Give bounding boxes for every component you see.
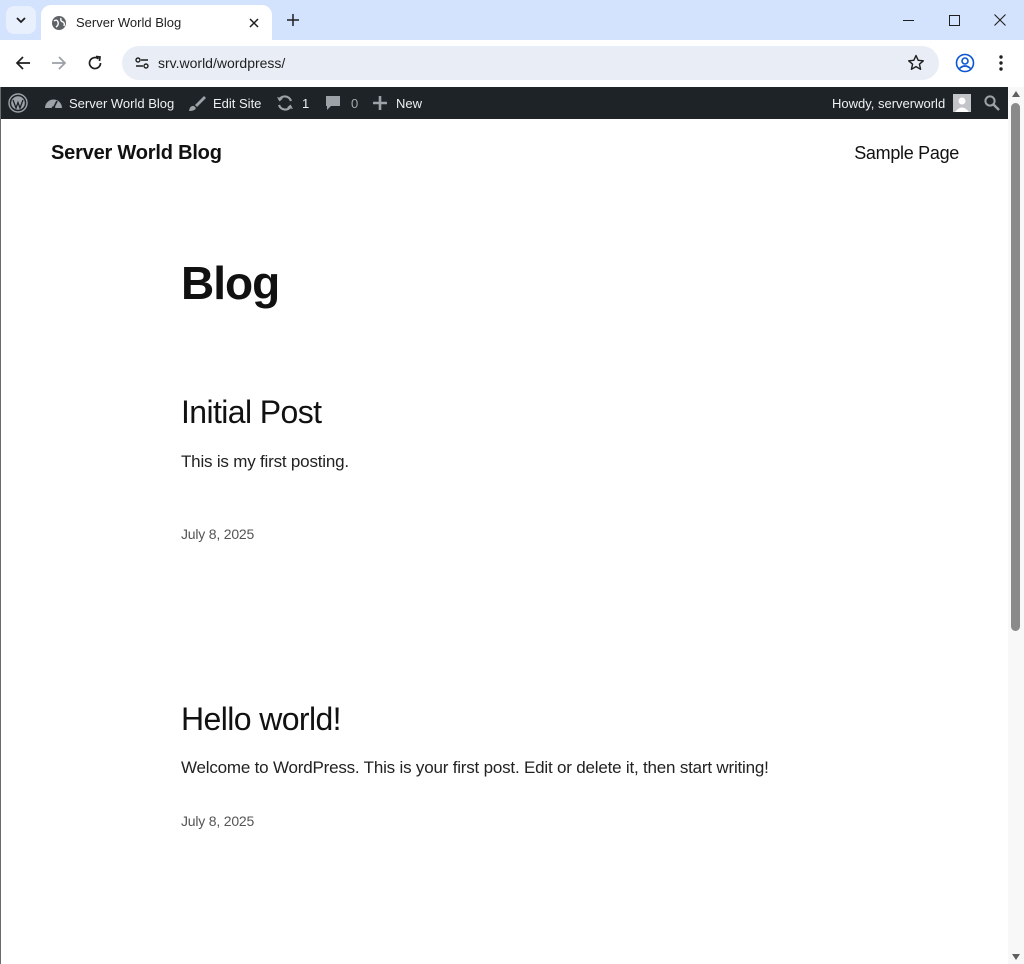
search-icon[interactable]: [984, 87, 1000, 119]
admin-bar-site-link[interactable]: Server World Blog: [44, 87, 174, 119]
maximize-icon[interactable]: [931, 0, 977, 40]
globe-icon: [51, 15, 67, 31]
star-icon[interactable]: [907, 54, 925, 72]
scroll-down-arrow[interactable]: [1012, 954, 1020, 960]
scrollbar[interactable]: [1008, 87, 1024, 964]
brush-icon: [188, 94, 207, 112]
nav-sample-page[interactable]: Sample Page: [854, 143, 959, 164]
post-excerpt: Welcome to WordPress. This is your first…: [181, 758, 769, 777]
plus-icon: [373, 96, 387, 110]
tab-search-icon[interactable]: [6, 6, 36, 34]
close-icon[interactable]: [246, 15, 262, 31]
post-title-link[interactable]: Hello world!: [181, 701, 342, 738]
post-date-link[interactable]: July 8, 2025: [181, 526, 254, 542]
scroll-up-arrow[interactable]: [1012, 91, 1020, 97]
new-label: New: [396, 95, 423, 111]
close-window-icon[interactable]: [977, 0, 1023, 40]
address-bar[interactable]: srv.world/wordpress/: [122, 46, 939, 80]
browser-toolbar: srv.world/wordpress/: [0, 40, 1024, 87]
post-date-link[interactable]: July 8, 2025: [181, 813, 254, 829]
wp-admin-bar: Server World Blog Edit Site 1 0 New Howd…: [1, 87, 1008, 119]
admin-bar-account[interactable]: Howdy, serverworld: [832, 87, 972, 119]
updates-count: 1: [302, 95, 310, 111]
dashboard-icon: [44, 95, 63, 111]
admin-bar-comments[interactable]: 0: [325, 87, 358, 119]
url-text[interactable]: srv.world/wordpress/: [158, 55, 285, 71]
menu-icon[interactable]: [986, 48, 1016, 78]
browser-titlebar: Server World Blog: [0, 0, 1024, 40]
plus-icon[interactable]: [281, 8, 305, 32]
comment-icon: [325, 95, 341, 111]
admin-bar-edit-site[interactable]: Edit Site: [188, 87, 261, 119]
minimize-icon[interactable]: [885, 0, 931, 40]
reload-icon[interactable]: [80, 48, 110, 78]
page-content: Server World Blog Sample Page Blog Initi…: [1, 119, 1008, 964]
admin-bar-site-name: Server World Blog: [69, 95, 175, 111]
comments-count: 0: [351, 95, 359, 111]
post-excerpt: This is my first posting.: [181, 452, 349, 471]
admin-bar-updates[interactable]: 1: [276, 87, 309, 119]
wordpress-logo-icon[interactable]: [8, 87, 28, 119]
post-title-link[interactable]: Initial Post: [181, 394, 322, 431]
site-info-icon[interactable]: [128, 49, 156, 77]
browser-tab[interactable]: Server World Blog: [41, 5, 272, 40]
site-title-link[interactable]: Server World Blog: [51, 142, 222, 165]
howdy-text: Howdy, serverworld: [832, 95, 946, 111]
forward-icon[interactable]: [44, 48, 74, 78]
back-icon[interactable]: [8, 48, 38, 78]
avatar: [953, 94, 972, 112]
admin-bar-new[interactable]: New: [373, 87, 422, 119]
edit-site-label: Edit Site: [213, 95, 262, 111]
scroll-thumb[interactable]: [1011, 103, 1020, 631]
page-title: Blog: [181, 257, 280, 309]
updates-icon: [276, 94, 294, 112]
tab-title: Server World Blog: [76, 15, 182, 30]
profile-icon[interactable]: [950, 48, 980, 78]
